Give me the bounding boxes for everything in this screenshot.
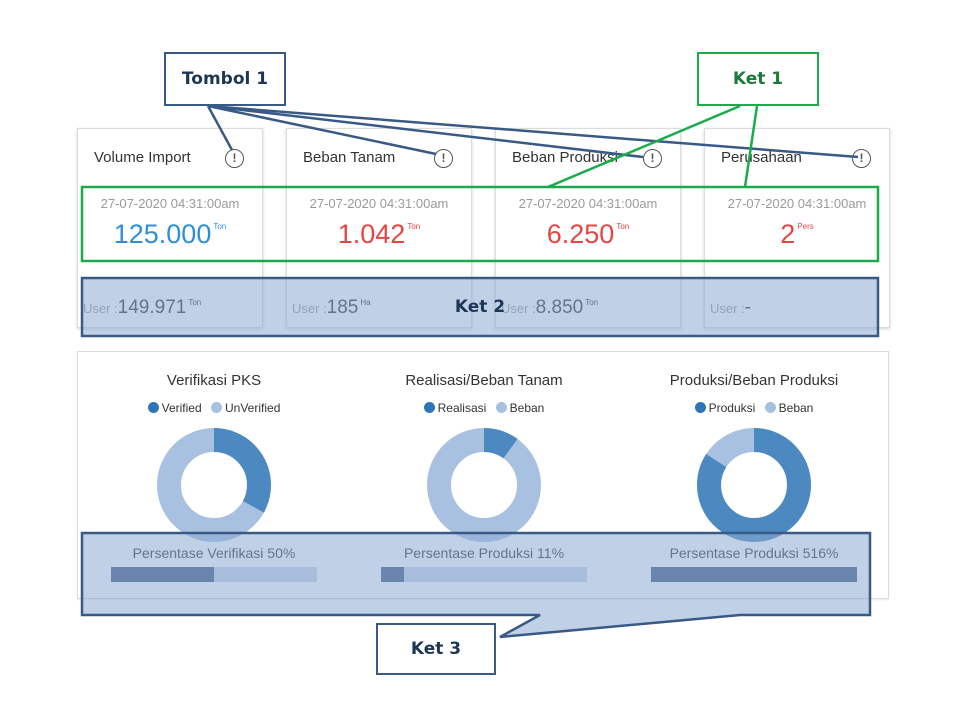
progress-bar-fill bbox=[651, 567, 857, 582]
info-circle-icon[interactable]: ! bbox=[225, 149, 244, 168]
card-user-value: 149.971 bbox=[117, 297, 187, 318]
card-value-unit: Ton bbox=[213, 222, 227, 231]
card-value-unit: Pers bbox=[797, 222, 814, 231]
legend-dot-icon bbox=[764, 402, 776, 413]
info-circle-icon[interactable]: ! bbox=[852, 149, 871, 168]
legend-dot-icon bbox=[495, 402, 507, 413]
card-value: 2 Pers bbox=[705, 219, 889, 250]
chart-legend: Verified UnVerified bbox=[84, 401, 344, 415]
card-user: User :8.850 Ton bbox=[501, 297, 598, 319]
card-value-unit: Ton bbox=[407, 222, 421, 231]
chart-verifikasi-pks: Verifikasi PKS Verified UnVerified Perse… bbox=[84, 352, 344, 600]
card-user: User :185 Ha bbox=[292, 297, 371, 319]
legend-dot-icon bbox=[694, 402, 706, 413]
progress-bar-fill bbox=[381, 567, 404, 582]
card-perusahaan: Perusahaan ! 27-07-2020 04:31:00am 2 Pers… bbox=[704, 128, 890, 328]
annotation-ket2: Ket 2 bbox=[454, 297, 506, 317]
card-user-unit: Ha bbox=[360, 298, 371, 307]
card-value-number: 125.000 bbox=[113, 219, 212, 249]
card-user-value: 8.850 bbox=[535, 297, 584, 318]
legend-label: Realisasi bbox=[437, 401, 487, 415]
card-date: 27-07-2020 04:31:00am bbox=[100, 196, 240, 211]
chart-realisasi-beban-tanam: Realisasi/Beban Tanam Realisasi Beban Pe… bbox=[354, 352, 614, 600]
card-date: 27-07-2020 04:31:00am bbox=[518, 196, 658, 211]
card-user-value: 185 bbox=[326, 297, 359, 318]
legend-item[interactable]: Verified bbox=[147, 401, 202, 415]
card-value: 1.042 Ton bbox=[287, 219, 471, 250]
legend-dot-icon bbox=[147, 402, 159, 413]
card-value: 125.000 Ton bbox=[78, 219, 262, 250]
percent-label: Persentase Verifikasi 50% bbox=[132, 545, 296, 561]
card-user-unit: Ton bbox=[585, 298, 599, 307]
chart-title: Produksi/Beban Produksi bbox=[669, 372, 839, 389]
legend-label: Produksi bbox=[708, 401, 756, 415]
annotation-ket3: Ket 3 bbox=[376, 623, 496, 675]
chart-title: Realisasi/Beban Tanam bbox=[405, 372, 563, 389]
annotation-ket1: Ket 1 bbox=[697, 52, 819, 106]
legend-dot-icon bbox=[423, 402, 435, 413]
legend-item[interactable]: Beban bbox=[764, 401, 814, 415]
card-date: 27-07-2020 04:31:00am bbox=[309, 196, 449, 211]
progress-bar bbox=[651, 567, 857, 582]
card-title: Perusahaan bbox=[721, 149, 802, 166]
card-user-label: User : bbox=[292, 301, 327, 316]
card-user-unit: Ton bbox=[188, 298, 202, 307]
card-user-label: User : bbox=[710, 301, 745, 316]
progress-bar-fill bbox=[111, 567, 214, 582]
legend-item[interactable]: UnVerified bbox=[211, 401, 280, 415]
donut-chart bbox=[427, 428, 541, 542]
card-title: Beban Tanam bbox=[303, 149, 396, 166]
chart-legend: Realisasi Beban bbox=[354, 401, 614, 415]
legend-label: Beban bbox=[778, 401, 814, 415]
donut-chart bbox=[697, 428, 811, 542]
progress-bar bbox=[111, 567, 317, 582]
chart-title: Verifikasi PKS bbox=[166, 372, 262, 389]
card-date: 27-07-2020 04:31:00am bbox=[727, 196, 867, 211]
card-title: Volume Import bbox=[94, 149, 191, 166]
card-value-unit: Ton bbox=[616, 222, 630, 231]
donut-chart bbox=[157, 428, 271, 542]
card-volume-import: Volume Import ! 27-07-2020 04:31:00am 12… bbox=[77, 128, 263, 328]
card-value-number: 2 bbox=[780, 219, 796, 249]
legend-label: UnVerified bbox=[225, 401, 281, 415]
legend-dot-icon bbox=[211, 402, 222, 413]
card-user: User :- bbox=[710, 297, 753, 319]
donut-slice-second bbox=[427, 428, 541, 542]
card-value: 6.250 Ton bbox=[496, 219, 680, 250]
legend-label: Verified bbox=[161, 401, 202, 415]
card-user: User :149.971 Ton bbox=[83, 297, 201, 319]
charts-panel: Verifikasi PKS Verified UnVerified Perse… bbox=[77, 351, 889, 599]
info-circle-icon[interactable]: ! bbox=[434, 149, 453, 168]
card-value-number: 1.042 bbox=[337, 219, 406, 249]
card-beban-produksi: Beban Produksi ! 27-07-2020 04:31:00am 6… bbox=[495, 128, 681, 328]
percent-label: Persentase Produksi 11% bbox=[403, 545, 565, 561]
card-user-value: - bbox=[744, 297, 751, 318]
legend-item[interactable]: Produksi bbox=[694, 401, 756, 415]
legend-item[interactable]: Realisasi bbox=[423, 401, 487, 415]
card-title: Beban Produksi bbox=[512, 149, 618, 166]
info-circle-icon[interactable]: ! bbox=[643, 149, 662, 168]
chart-legend: Produksi Beban bbox=[624, 401, 884, 415]
card-value-number: 6.250 bbox=[546, 219, 615, 249]
annotation-tombol1: Tombol 1 bbox=[164, 52, 286, 106]
percent-label: Persentase Produksi 516% bbox=[669, 545, 839, 561]
progress-bar bbox=[381, 567, 587, 582]
chart-produksi-beban-produksi: Produksi/Beban Produksi Produksi Beban P… bbox=[624, 352, 884, 600]
card-user-label: User : bbox=[83, 301, 118, 316]
legend-label: Beban bbox=[509, 401, 545, 415]
legend-item[interactable]: Beban bbox=[495, 401, 545, 415]
